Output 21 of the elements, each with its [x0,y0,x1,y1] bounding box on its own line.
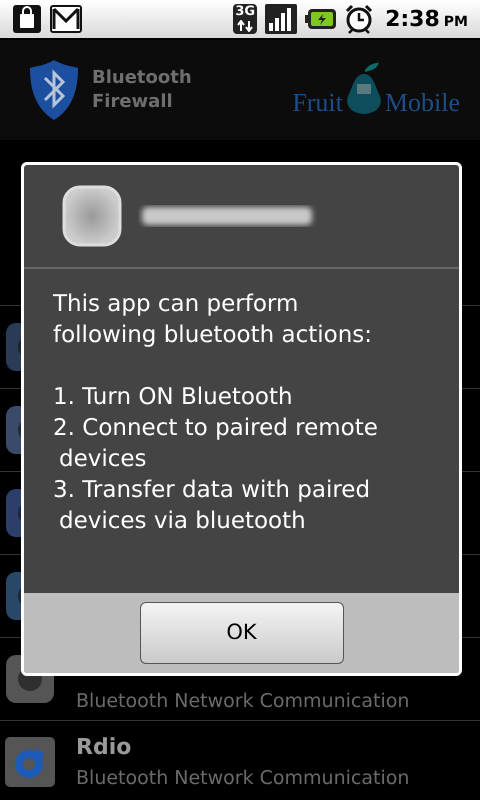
app-capability: Bluetooth Network Communication [76,766,410,792]
action-item: 3. Transfer data with paired devices via bluetooth [53,476,372,536]
action-item: 2. Connect to paired remote devices [53,414,379,474]
shopping-bag-icon [12,4,42,34]
dialog-message: This app can perform following bluetooth actions: [53,290,374,350]
brand-logo: Fruit Mobile [292,60,460,120]
signal-icon [265,4,298,34]
app-icon [62,185,122,247]
action-item: 1. Turn ON Bluetooth [53,383,294,412]
app-title: Bluetooth Firewall [92,66,193,114]
shield-bluetooth-icon [28,58,80,122]
alarm-clock-icon [345,4,374,34]
mail-icon [50,5,82,33]
music-note-icon [4,736,56,788]
ok-button[interactable]: OK [140,602,344,664]
clock-ampm: PM [444,12,468,32]
network-type-icon: 3G [233,4,258,34]
clock-time: 2:38 [385,6,440,34]
app-capability: Bluetooth Network Communication [76,688,410,714]
battery-charging-icon [305,8,338,30]
app-name: Rdio [76,734,132,762]
